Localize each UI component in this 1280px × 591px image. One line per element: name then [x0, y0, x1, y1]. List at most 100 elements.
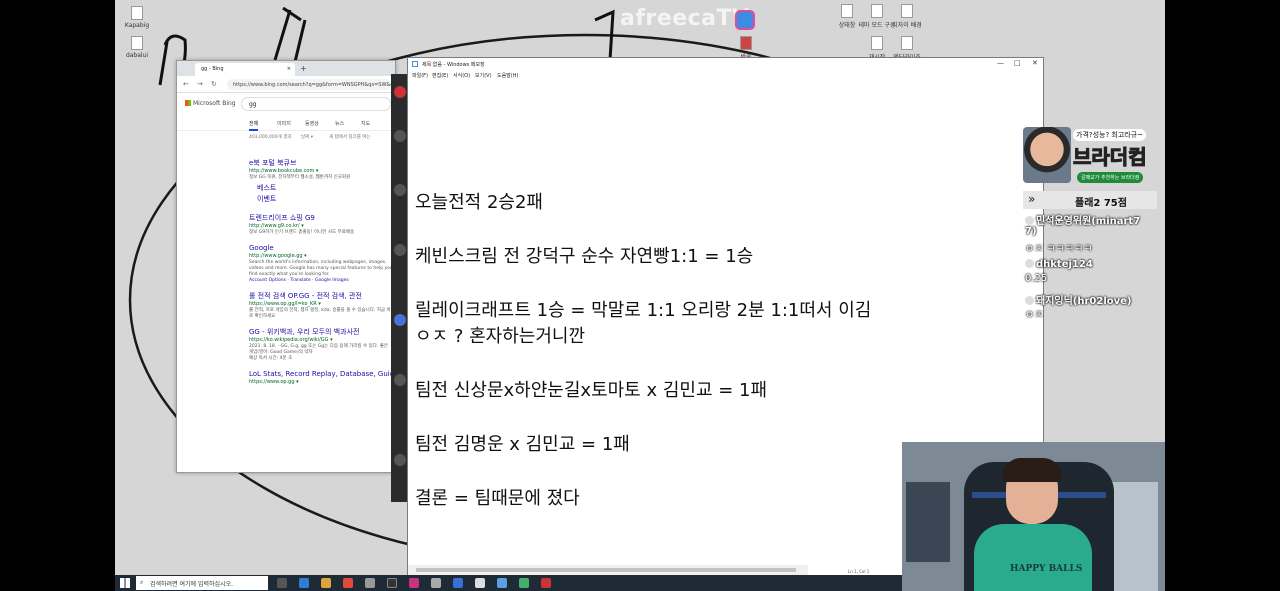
search-input[interactable]: gg [241, 97, 391, 111]
address-bar[interactable]: https://www.bing.com/search?q=gg&form=WN… [227, 79, 391, 90]
sponsor-subtitle: 갈매교가 추천하는 브라더컴 [1077, 172, 1144, 183]
search-result: 트렌드리이프 쇼핑 G9 http://www.g9.co.kr/ ▾ 정보 G… [249, 214, 393, 236]
search-result: LoL Stats, Record Replay, Database, Guid… [249, 370, 393, 386]
tab-all[interactable]: 전체 [249, 120, 259, 131]
result-description: Search the world's information, includin… [249, 260, 393, 277]
bing-tabs: 전체 이미지 동영상 뉴스 지도 [177, 117, 395, 131]
app-icon[interactable] [519, 578, 529, 588]
app-icon[interactable] [394, 314, 406, 326]
app-icon[interactable] [497, 578, 507, 588]
result-url[interactable]: https://www.op.gg/l=ko_KR ▾ [249, 301, 393, 308]
result-description: 정보 G9하가 인기 브랜드 총출동! 이니언 사도 무료배송 [249, 230, 355, 235]
search-results: e북 포털 북큐브 http://www.bookcube.com ▾ 정보 G… [249, 159, 393, 394]
chat-message-cont: 7) [1025, 226, 1037, 237]
desktop-icon-design[interactable]: 디자이 배경 [887, 4, 927, 29]
taskbar-search[interactable]: ⌕ 검색하려면 여기에 입력하십시오. [136, 576, 268, 590]
app-icon[interactable] [394, 454, 406, 466]
chat-message: dhktej124 [1025, 259, 1093, 270]
result-title[interactable]: LoL Stats, Record Replay, Database, Guid… [249, 370, 393, 379]
minimize-button[interactable]: — [997, 59, 1004, 67]
horizontal-scrollbar[interactable] [408, 565, 808, 575]
text-line: 팀전 신상문x하얀눈길x토마토 x 김민교 = 1패 [415, 380, 768, 401]
menu-file[interactable]: 파일(F) [412, 72, 428, 79]
folder-icon[interactable] [321, 578, 331, 588]
chat-message: 민석운영위원(minart7 [1025, 212, 1140, 227]
obs-icon[interactable] [387, 578, 397, 588]
scrollbar-thumb[interactable] [416, 568, 796, 572]
search-result: Google http://www.google.gg ▾ Search the… [249, 244, 393, 284]
search-result: e북 포털 북큐브 http://www.bookcube.com ▾ 정보 G… [249, 159, 393, 206]
tab-maps[interactable]: 지도 [361, 120, 370, 127]
text-line: 결론 = 팀때문에 졌다 [415, 488, 580, 509]
app-icon[interactable] [409, 578, 419, 588]
menu-help[interactable]: 도움말(H) [497, 72, 518, 79]
edge-icon[interactable] [299, 578, 309, 588]
result-url[interactable]: http://www.bookcube.com ▾ [249, 168, 393, 175]
desktop-icon-kapabig[interactable]: Kapabig [117, 6, 157, 29]
background-shelf [906, 482, 950, 562]
text-line: 케빈스크림 전 강덕구 순수 자연빵1:1 = 1승 [415, 246, 754, 267]
status-bar: Ln 1, Col 1 [848, 569, 870, 574]
back-icon[interactable]: ← [183, 80, 189, 88]
new-tab-button[interactable]: + [300, 64, 307, 73]
forward-icon[interactable]: → [197, 80, 203, 88]
close-tab-icon[interactable]: × [287, 66, 291, 72]
refresh-icon[interactable]: ↻ [211, 80, 217, 88]
menu-bar: 파일(F) 편집(E) 서식(O) 보기(V) 도움말(H) [408, 70, 1043, 80]
close-button[interactable]: ✕ [1032, 59, 1038, 67]
app-icon[interactable] [394, 184, 406, 196]
app-icon[interactable] [453, 578, 463, 588]
date-filter[interactable]: 날짜 ▾ [301, 134, 313, 140]
user-avatar-icon [1025, 216, 1034, 225]
desktop-icon-dabalui[interactable]: dabalui [117, 36, 157, 59]
app-icon[interactable] [394, 244, 406, 256]
result-url[interactable]: https://www.op.gg ▾ [249, 379, 393, 386]
menu-view[interactable]: 보기(V) [475, 72, 492, 79]
result-url[interactable]: http://www.google.gg ▾ [249, 253, 393, 260]
sponsor-photo [1023, 127, 1071, 183]
maximize-button[interactable]: □ [1014, 59, 1021, 67]
result-url[interactable]: https://ko.wikipedia.org/wiki/GG ▾ [249, 337, 393, 344]
search-result: GG - 위키백과, 우리 모두의 백과사전 https://ko.wikipe… [249, 328, 393, 362]
result-title[interactable]: 롤 전적 검색 OP.GG - 전적 검색, 관전 [249, 292, 393, 301]
app-icon[interactable] [394, 130, 406, 142]
app-icon[interactable] [431, 578, 441, 588]
tab-images[interactable]: 이미지 [277, 120, 291, 127]
notepad-taskbar-icon[interactable] [475, 578, 485, 588]
afreecatv-mascot-icon [735, 10, 755, 30]
app-icon[interactable] [394, 374, 406, 386]
afreecatv-logo: afreecaTV [620, 6, 750, 31]
shirt-print: HAPPY BALLS [1010, 564, 1083, 574]
tab-news[interactable]: 뉴스 [335, 120, 344, 127]
result-title[interactable]: Google [249, 244, 393, 253]
menu-format[interactable]: 서식(O) [453, 72, 470, 79]
search-icon: ⌕ [140, 579, 144, 586]
notepad-titlebar: 제목 없음 - Windows 메모장 — □ ✕ [408, 58, 1043, 70]
app-icon [740, 36, 752, 50]
result-links[interactable]: Account Options · Translate · Google Ima… [249, 278, 393, 284]
chat-text: ㅇㅈ ㅋㅋㅋㅋㅋ [1025, 244, 1093, 255]
streamer-hair [1002, 458, 1062, 482]
result-url[interactable]: http://www.g9.co.kr/ ▾ [249, 223, 393, 230]
app-icon[interactable] [394, 86, 406, 98]
windows-start-icon[interactable] [120, 578, 130, 588]
bing-logo[interactable]: Microsoft Bing [185, 100, 236, 107]
new-tab-toggle[interactable]: 새 탭에서 링크를 여는 [329, 134, 371, 140]
result-sublink[interactable]: 이벤트 [249, 192, 393, 206]
chrome-icon[interactable] [343, 578, 353, 588]
result-title[interactable]: GG - 위키백과, 우리 모두의 백과사전 [249, 328, 393, 337]
app-icon[interactable] [365, 578, 375, 588]
task-view-icon[interactable] [277, 578, 287, 588]
tab-videos[interactable]: 동영상 [305, 120, 319, 127]
menu-edit[interactable]: 편집(E) [432, 72, 448, 79]
result-title[interactable]: 트렌드리이프 쇼핑 G9 [249, 214, 393, 223]
chat-username-cont: 7) [1025, 226, 1037, 237]
search-result: 롤 전적 검색 OP.GG - 전적 검색, 관전 https://www.op… [249, 292, 393, 320]
screen: afreecaTV Kapabig dabalui 상태창 테마 모드 구성 디… [0, 0, 1280, 591]
app-icon[interactable] [541, 578, 551, 588]
result-title[interactable]: e북 포털 북큐브 [249, 159, 393, 168]
browser-tab[interactable]: gg - Bing × [195, 63, 295, 76]
window-title: 제목 없음 - Windows 메모장 [422, 62, 485, 68]
sponsor-brand: 브라더컴 [1073, 145, 1148, 170]
taskbar: ⌕ 검색하려면 여기에 입력하십시오. [115, 575, 902, 591]
